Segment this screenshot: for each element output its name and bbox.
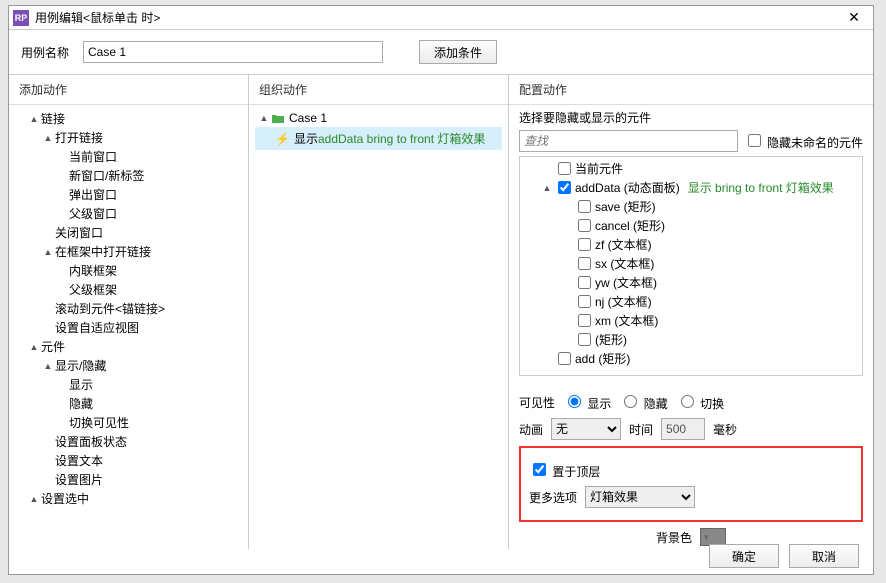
widget-item[interactable]: (矩形) xyxy=(522,330,860,349)
action-detail: addData bring to front 灯箱效果 xyxy=(318,130,485,147)
visibility-label: 可见性 xyxy=(519,394,555,411)
organize-action-panel: 组织动作 ▲ Case 1 ⚡ 显示 addData bring to fron… xyxy=(249,75,509,549)
expand-icon[interactable]: ▲ xyxy=(259,113,269,123)
animation-label: 动画 xyxy=(519,421,543,438)
tree-node[interactable]: 隐藏 xyxy=(15,394,242,413)
ms-label: 毫秒 xyxy=(713,421,737,438)
visibility-toggle[interactable]: 切换 xyxy=(676,392,724,412)
tree-node[interactable]: 新窗口/新标签 xyxy=(15,166,242,185)
visibility-row: 可见性 显示 隐藏 切换 xyxy=(519,392,863,412)
tree-node[interactable]: 关闭窗口 xyxy=(15,223,242,242)
case-name-row: 用例名称 添加条件 xyxy=(9,30,873,74)
add-condition-button[interactable]: 添加条件 xyxy=(419,40,497,64)
action-tree[interactable]: ▲链接▲打开链接当前窗口新窗口/新标签弹出窗口父级窗口关闭窗口▲在框架中打开链接… xyxy=(9,104,248,549)
bring-to-front-checkbox[interactable] xyxy=(533,463,546,476)
widget-item[interactable]: yw (文本框) xyxy=(522,273,860,292)
case-name-input[interactable] xyxy=(83,41,383,63)
tree-node[interactable]: ▲在框架中打开链接 xyxy=(15,242,242,261)
dialog-title: 用例编辑<鼠标单击 时> xyxy=(35,9,839,26)
tree-node[interactable]: ▲打开链接 xyxy=(15,128,242,147)
tree-node[interactable]: 设置自适应视图 xyxy=(15,318,242,337)
titlebar: RP 用例编辑<鼠标单击 时> ✕ xyxy=(9,6,873,30)
case-editor-dialog: RP 用例编辑<鼠标单击 时> ✕ 用例名称 添加条件 添加动作 ▲链接▲打开链… xyxy=(8,5,874,575)
tree-node[interactable]: ▲设置选中 xyxy=(15,489,242,508)
case-tree[interactable]: ▲ Case 1 ⚡ 显示 addData bring to front 灯箱效… xyxy=(249,104,508,549)
tree-node[interactable]: 父级框架 xyxy=(15,280,242,299)
more-options-select[interactable]: 灯箱效果 xyxy=(585,486,695,508)
tree-node[interactable]: ▲显示/隐藏 xyxy=(15,356,242,375)
tree-node[interactable]: 父级窗口 xyxy=(15,204,242,223)
hide-unnamed-toggle[interactable]: 隐藏未命名的元件 xyxy=(744,131,863,151)
widget-item[interactable]: xm (文本框) xyxy=(522,311,860,330)
more-options-label: 更多选项 xyxy=(529,489,577,506)
tree-node[interactable]: ▲元件 xyxy=(15,337,242,356)
widget-item[interactable]: save (矩形) xyxy=(522,197,860,216)
widget-item[interactable]: nj (文本框) xyxy=(522,292,860,311)
widget-list[interactable]: 当前元件▲ addData (动态面板) 显示 bring to front 灯… xyxy=(519,156,863,376)
bolt-icon: ⚡ xyxy=(275,132,290,146)
bgcolor-label: 背景色 xyxy=(656,529,692,546)
action-node[interactable]: ⚡ 显示 addData bring to front 灯箱效果 xyxy=(255,127,502,150)
tree-node[interactable]: 弹出窗口 xyxy=(15,185,242,204)
time-input xyxy=(661,418,705,440)
folder-icon xyxy=(271,112,285,124)
cancel-button[interactable]: 取消 xyxy=(789,544,859,568)
tree-node[interactable]: 切换可见性 xyxy=(15,413,242,432)
tree-node[interactable]: 显示 xyxy=(15,375,242,394)
hide-unnamed-checkbox[interactable] xyxy=(748,134,761,147)
animation-row: 动画 无 时间 毫秒 xyxy=(519,418,863,440)
case-node[interactable]: ▲ Case 1 xyxy=(255,109,502,127)
widget-item[interactable]: add (矩形) xyxy=(522,349,860,368)
widget-item[interactable]: 当前元件 xyxy=(522,159,860,178)
widget-item[interactable]: cancel (矩形) xyxy=(522,216,860,235)
add-action-header: 添加动作 xyxy=(9,75,248,104)
highlighted-options: 置于顶层 更多选项 灯箱效果 xyxy=(519,446,863,522)
add-action-panel: 添加动作 ▲链接▲打开链接当前窗口新窗口/新标签弹出窗口父级窗口关闭窗口▲在框架… xyxy=(9,75,249,549)
widget-item[interactable]: sx (文本框) xyxy=(522,254,860,273)
widget-item[interactable]: zf (文本框) xyxy=(522,235,860,254)
tree-node[interactable]: 滚动到元件<锚链接> xyxy=(15,299,242,318)
close-icon[interactable]: ✕ xyxy=(839,9,869,26)
configure-action-panel: 配置动作 选择要隐藏或显示的元件 隐藏未命名的元件 当前元件▲ addData … xyxy=(509,75,873,549)
animation-select[interactable]: 无 xyxy=(551,418,621,440)
dialog-footer: 确定 取消 xyxy=(709,544,859,568)
tree-node[interactable]: 设置面板状态 xyxy=(15,432,242,451)
tree-node[interactable]: 当前窗口 xyxy=(15,147,242,166)
search-input[interactable] xyxy=(519,130,738,152)
tree-node[interactable]: 设置文本 xyxy=(15,451,242,470)
tree-node[interactable]: 设置图片 xyxy=(15,470,242,489)
app-icon: RP xyxy=(13,10,29,26)
widget-item[interactable]: ▲ addData (动态面板) 显示 bring to front 灯箱效果 xyxy=(522,178,860,197)
time-label: 时间 xyxy=(629,421,653,438)
visibility-hide[interactable]: 隐藏 xyxy=(619,392,667,412)
tree-node[interactable]: 内联框架 xyxy=(15,261,242,280)
organize-action-header: 组织动作 xyxy=(249,75,508,104)
ok-button[interactable]: 确定 xyxy=(709,544,779,568)
bring-to-front-toggle[interactable]: 置于顶层 xyxy=(529,460,600,480)
tree-node[interactable]: ▲链接 xyxy=(15,109,242,128)
visibility-show[interactable]: 显示 xyxy=(563,392,611,412)
case-node-label: Case 1 xyxy=(289,111,327,125)
configure-action-header: 配置动作 xyxy=(509,75,873,104)
case-name-label: 用例名称 xyxy=(21,44,75,61)
select-widgets-label: 选择要隐藏或显示的元件 xyxy=(519,109,863,126)
action-prefix: 显示 xyxy=(294,130,318,147)
